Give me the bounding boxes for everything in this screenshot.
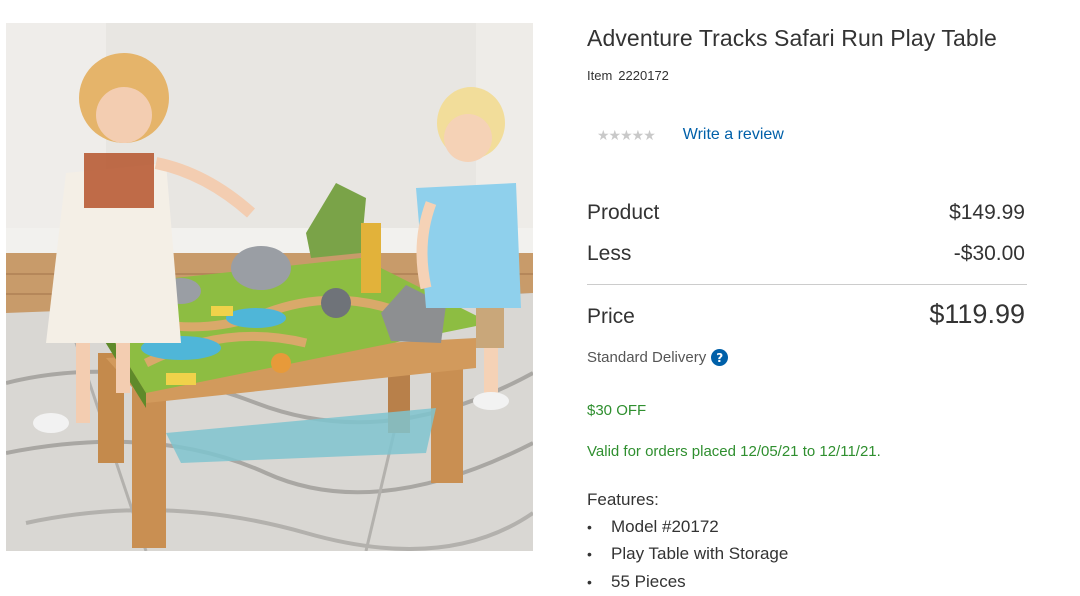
promo-validity: Valid for orders placed 12/05/21 to 12/1…	[587, 443, 881, 460]
rating-row: ★★★★★ Write a review	[597, 126, 784, 144]
product-price-value: $149.99	[949, 201, 1025, 224]
bullet-icon: •	[587, 518, 592, 535]
delivery-info: Standard Delivery ?	[587, 349, 729, 366]
product-image[interactable]	[6, 23, 533, 551]
final-price-label: Price	[587, 305, 635, 328]
features-title: Features:	[587, 490, 659, 509]
product-title: Adventure Tracks Safari Run Play Table	[587, 25, 997, 51]
item-label: Item	[587, 68, 613, 83]
promo-discount: $30 OFF	[587, 402, 647, 419]
product-price-label: Product	[587, 201, 660, 224]
discount-label: Less	[587, 242, 632, 265]
feature-text: 55 Pieces	[611, 571, 686, 591]
feature-item: • Play Table with Storage	[587, 541, 788, 569]
feature-item: • Model #20172	[587, 513, 788, 541]
item-number: 2220172	[618, 68, 669, 83]
product-price-row: Product $149.99	[587, 201, 1025, 225]
item-number-line: Item 2220172	[587, 68, 669, 83]
discount-value: -$30.00	[953, 242, 1025, 265]
bullet-icon: •	[587, 573, 592, 590]
price-divider	[587, 284, 1027, 285]
discount-row: Less -$30.00	[587, 242, 1025, 266]
bullet-icon: •	[587, 546, 592, 563]
delivery-label: Standard Delivery	[587, 349, 707, 366]
features-list: • Model #20172 • Play Table with Storage •…	[587, 513, 788, 596]
write-review-link[interactable]: Write a review	[683, 126, 784, 144]
final-price-value: $119.99	[929, 299, 1025, 329]
feature-text: Play Table with Storage	[611, 544, 789, 564]
feature-item: • 55 Pieces	[587, 568, 788, 596]
final-price-row: Price $119.99	[587, 299, 1025, 330]
star-rating-icon: ★★★★★	[597, 126, 656, 143]
feature-text: Model #20172	[611, 516, 719, 536]
question-circle-icon[interactable]: ?	[711, 349, 729, 366]
